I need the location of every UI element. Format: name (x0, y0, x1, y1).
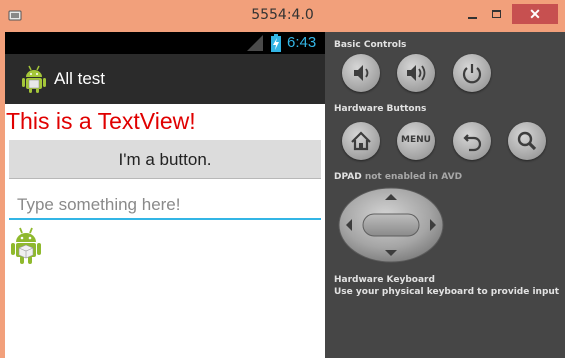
emulator-control-panel: Basic Controls Hardware Buttons MENU DPA… (325, 32, 565, 358)
hardware-keyboard-label: Hardware Keyboard (334, 275, 435, 285)
power-icon (462, 64, 482, 84)
close-icon: ✕ (529, 6, 541, 22)
back-button[interactable] (453, 122, 491, 160)
minimize-button[interactable] (462, 4, 484, 24)
dpad-label-text: DPAD (334, 172, 362, 182)
hardware-keyboard-note: Use your physical keyboard to provide in… (334, 287, 560, 297)
dpad-note: not enabled in AVD (364, 172, 463, 182)
dpad-label: DPAD not enabled in AVD (334, 172, 462, 182)
menu-button[interactable]: MENU (397, 122, 435, 160)
action-bar-title: All test (54, 69, 106, 88)
android-icon[interactable] (21, 64, 47, 94)
volume-up-icon (407, 65, 426, 81)
search-button[interactable] (508, 122, 546, 160)
hardware-buttons-label: Hardware Buttons (334, 104, 427, 114)
signal-icon (247, 35, 263, 51)
home-icon (351, 131, 371, 151)
main-button[interactable]: I'm a button. (9, 140, 321, 179)
text-input[interactable] (9, 192, 321, 220)
android-robot-icon (11, 227, 41, 264)
maximize-icon (492, 10, 501, 18)
minimize-icon (468, 17, 477, 19)
battery-charging-icon (271, 34, 281, 52)
window-titlebar[interactable]: 5554:4.0 ✕ (0, 0, 565, 32)
back-icon (463, 134, 482, 152)
volume-up-button[interactable] (397, 54, 435, 92)
volume-down-button[interactable] (342, 54, 380, 92)
dpad-control[interactable] (338, 187, 444, 263)
status-bar: 6:43 (5, 32, 325, 54)
power-button[interactable] (453, 54, 491, 92)
device-screen: 6:43 All test This is a TextView! I'm a … (5, 32, 325, 358)
textview-label: This is a TextView! (6, 108, 196, 134)
dpad-center-button[interactable] (362, 213, 420, 237)
hardware-keyboard-section: Hardware Keyboard Use your physical keyb… (334, 274, 559, 298)
home-button[interactable] (342, 122, 380, 160)
maximize-button[interactable] (486, 4, 508, 24)
close-button[interactable]: ✕ (512, 4, 558, 24)
basic-controls-label: Basic Controls (334, 40, 407, 50)
action-bar: All test (5, 54, 325, 104)
status-time: 6:43 (287, 34, 317, 51)
volume-down-icon (354, 65, 369, 81)
menu-label: MENU (401, 135, 431, 145)
search-icon (517, 131, 537, 151)
